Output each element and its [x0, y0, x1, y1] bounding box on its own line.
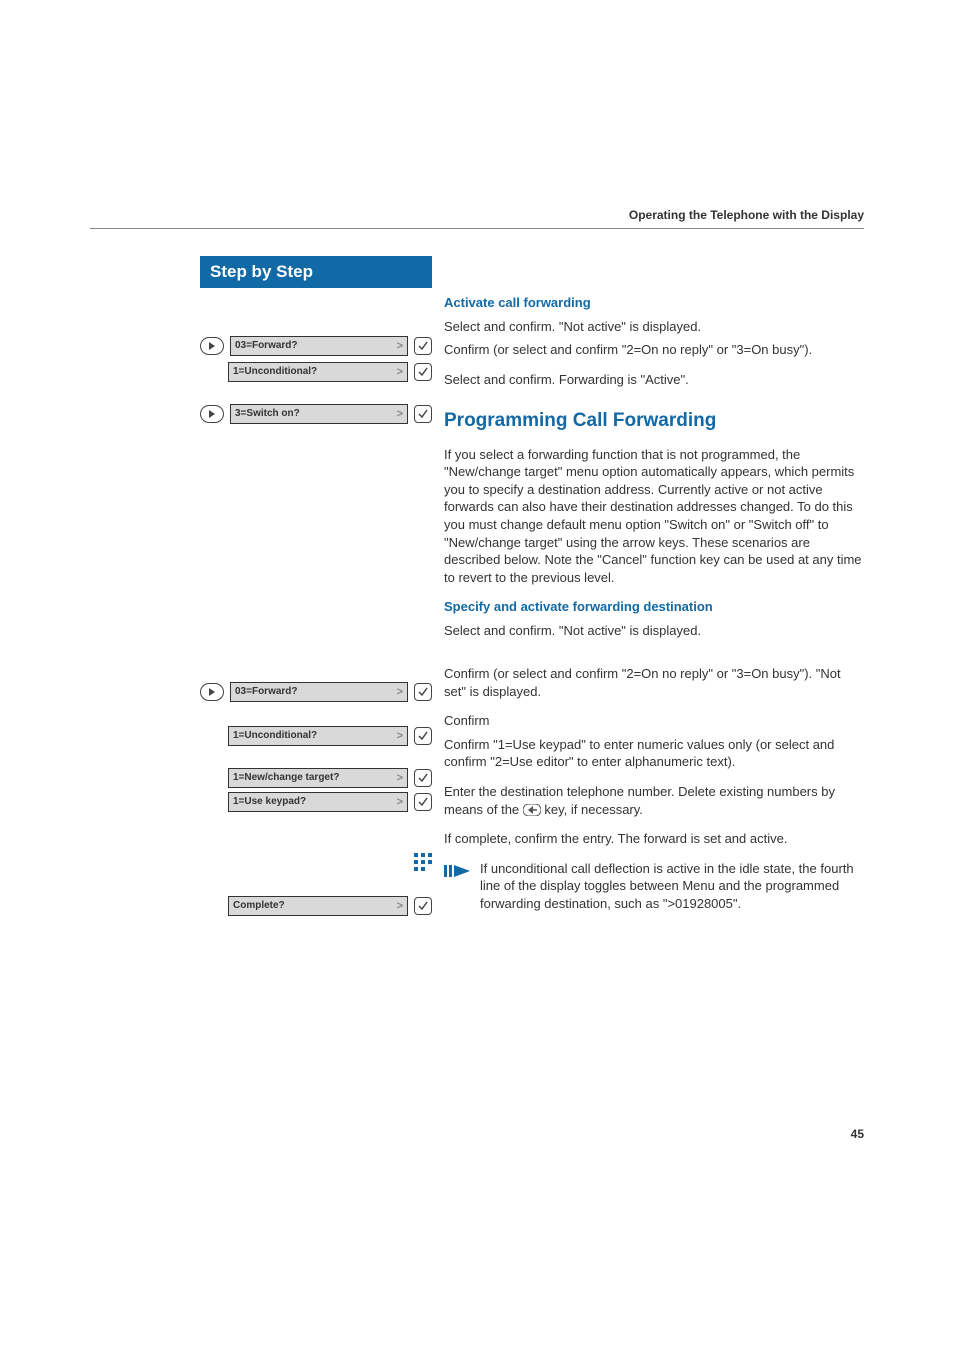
scroll-icon [200, 683, 224, 701]
back-key-icon [523, 804, 541, 816]
scroll-icon [200, 405, 224, 423]
text-complete: If complete, confirm the entry. The forw… [444, 830, 864, 848]
display-label: 1=Unconditional? [233, 366, 317, 378]
ok-icon [414, 337, 432, 355]
chevron-right-icon: > [397, 366, 403, 378]
display-switch-on: 3=Switch on? > [230, 404, 408, 424]
running-title: Operating the Telephone with the Display [629, 208, 864, 222]
note-text: If unconditional call deflection is acti… [480, 860, 864, 913]
text-unconditional-not-set: Confirm (or select and confirm "2=On no … [444, 665, 864, 700]
display-label: 03=Forward? [235, 340, 298, 352]
text-forward-not-active: Select and confirm. "Not active" is disp… [444, 318, 864, 336]
text-switch-on: Select and confirm. Forwarding is "Activ… [444, 371, 864, 389]
display-label: 03=Forward? [235, 686, 298, 698]
menu-line-complete: Complete? > [200, 896, 432, 916]
text-programming-intro: If you select a forwarding function that… [444, 446, 864, 586]
menu-line-unconditional-1: 1=Unconditional? > [200, 362, 432, 382]
display-label: 1=New/change target? [233, 772, 339, 784]
chevron-right-icon: > [397, 796, 403, 808]
display-forward-1: 03=Forward? > [230, 336, 408, 356]
display-label: 3=Switch on? [235, 408, 300, 420]
menu-line-new-change-target: 1=New/change target? > [200, 768, 432, 788]
note-icon [444, 860, 472, 885]
keypad-row [200, 852, 432, 872]
scroll-icon [200, 337, 224, 355]
display-label: 1=Use keypad? [233, 796, 306, 808]
chevron-right-icon: > [397, 340, 403, 352]
chevron-right-icon: > [397, 730, 403, 742]
ok-icon [414, 793, 432, 811]
chevron-right-icon: > [397, 408, 403, 420]
text-enter-destination: Enter the destination telephone number. … [444, 783, 864, 818]
ok-icon [414, 727, 432, 745]
menu-line-forward-1: 03=Forward? > [200, 336, 432, 356]
text-forward-not-active-2: Select and confirm. "Not active" is disp… [444, 622, 864, 640]
heading-specify-activate: Specify and activate forwarding destinat… [444, 598, 864, 616]
text-unconditional-confirm: Confirm (or select and confirm "2=On no … [444, 341, 864, 359]
display-unconditional-2: 1=Unconditional? > [228, 726, 408, 746]
ok-icon [414, 897, 432, 915]
menu-line-switch-on: 3=Switch on? > [200, 404, 432, 424]
ok-icon [414, 363, 432, 381]
ok-icon [414, 769, 432, 787]
note-box: If unconditional call deflection is acti… [444, 860, 864, 913]
ok-icon [414, 683, 432, 701]
heading-activate-call-forwarding: Activate call forwarding [444, 294, 864, 312]
display-complete: Complete? > [228, 896, 408, 916]
display-label: 1=Unconditional? [233, 730, 317, 742]
chevron-right-icon: > [397, 686, 403, 698]
menu-line-forward-2: 03=Forward? > [200, 682, 432, 702]
display-use-keypad: 1=Use keypad? > [228, 792, 408, 812]
keypad-icon [414, 853, 432, 871]
display-unconditional-1: 1=Unconditional? > [228, 362, 408, 382]
heading-programming-call-forwarding: Programming Call Forwarding [444, 408, 864, 434]
display-label: Complete? [233, 900, 285, 912]
ok-icon [414, 405, 432, 423]
chevron-right-icon: > [397, 900, 403, 912]
step-by-step-header: Step by Step [200, 256, 432, 288]
menu-line-unconditional-2: 1=Unconditional? > [200, 726, 432, 746]
menu-line-use-keypad: 1=Use keypad? > [200, 792, 432, 812]
chevron-right-icon: > [397, 772, 403, 784]
text-fragment: key, if necessary. [544, 802, 643, 817]
display-forward-2: 03=Forward? > [230, 682, 408, 702]
page-number: 45 [851, 1127, 864, 1141]
display-new-change-target: 1=New/change target? > [228, 768, 408, 788]
text-confirm: Confirm [444, 712, 864, 730]
text-use-keypad: Confirm "1=Use keypad" to enter numeric … [444, 736, 864, 771]
header-divider [90, 228, 864, 229]
